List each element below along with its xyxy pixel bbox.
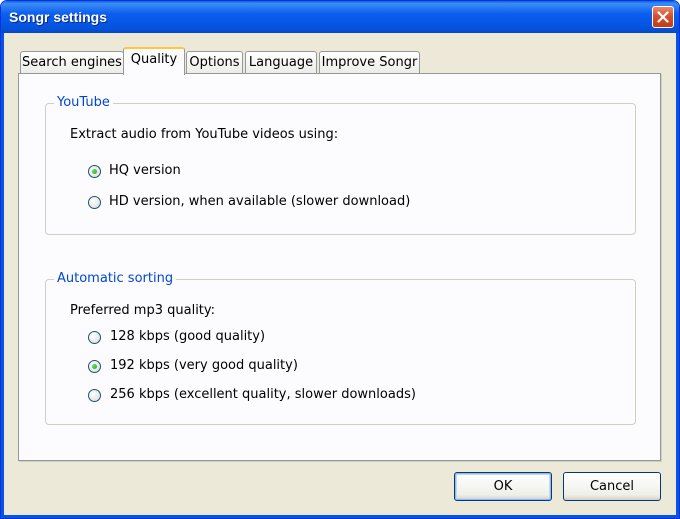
tab-label: Quality xyxy=(130,52,178,67)
radio-checked-dot xyxy=(92,364,97,369)
radio-checked-dot xyxy=(92,169,97,174)
hq-version-label[interactable]: HQ version xyxy=(109,163,181,178)
title-bar[interactable]: Songr settings xyxy=(1,1,679,33)
128kbps-label[interactable]: 128 kbps (good quality) xyxy=(110,329,265,344)
hq-version-radio[interactable] xyxy=(88,165,101,178)
192kbps-label[interactable]: 192 kbps (very good quality) xyxy=(110,358,298,373)
128kbps-radio[interactable] xyxy=(88,331,101,344)
mp3-quality-prompt: Preferred mp3 quality: xyxy=(70,303,216,318)
192kbps-radio[interactable] xyxy=(88,360,101,373)
window-title: Songr settings xyxy=(9,9,108,25)
tab-quality[interactable]: Quality xyxy=(123,47,185,75)
tab-label: Improve Songr xyxy=(321,55,418,70)
youtube-prompt: Extract audio from YouTube videos using: xyxy=(70,127,339,142)
tab-language[interactable]: Language xyxy=(245,51,317,74)
tab-label: Language xyxy=(248,55,314,70)
tab-label: Search engines xyxy=(22,55,122,70)
quality-tab-panel: YouTube Extract audio from YouTube video… xyxy=(18,73,661,461)
256kbps-radio[interactable] xyxy=(88,389,101,402)
close-button[interactable] xyxy=(652,6,674,28)
256kbps-label[interactable]: 256 kbps (excellent quality, slower down… xyxy=(110,387,416,402)
automatic-sorting-group-title: Automatic sorting xyxy=(54,271,177,286)
hd-version-radio[interactable] xyxy=(88,196,101,209)
tab-improve-songr[interactable]: Improve Songr xyxy=(319,51,420,74)
tab-options[interactable]: Options xyxy=(186,51,243,74)
automatic-sorting-groupbox: Automatic sorting Preferred mp3 quality:… xyxy=(45,271,636,425)
close-icon xyxy=(657,11,669,23)
youtube-groupbox: YouTube Extract audio from YouTube video… xyxy=(45,95,636,235)
hd-version-label[interactable]: HD version, when available (slower downl… xyxy=(109,194,410,209)
ok-button[interactable]: OK xyxy=(454,472,552,501)
tab-label: Options xyxy=(189,55,240,70)
cancel-button[interactable]: Cancel xyxy=(563,472,661,501)
tab-search-engines[interactable]: Search engines xyxy=(20,51,124,74)
youtube-group-title: YouTube xyxy=(54,95,113,110)
